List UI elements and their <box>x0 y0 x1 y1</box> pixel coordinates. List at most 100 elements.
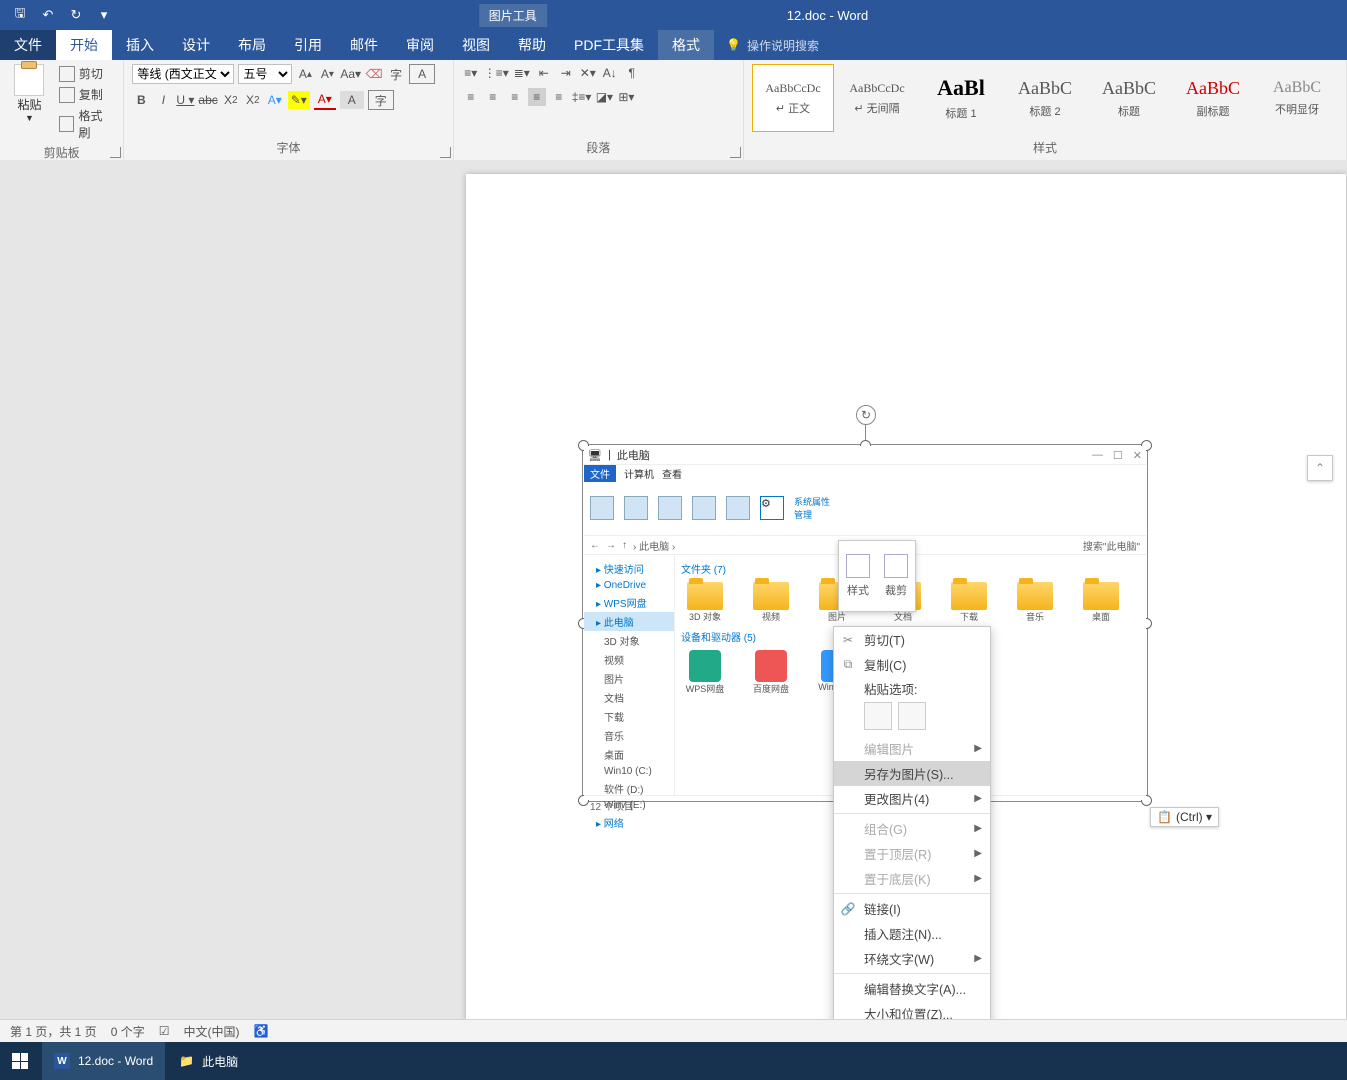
font-size-select[interactable]: 五号 <box>238 64 292 84</box>
paste-option[interactable] <box>864 702 892 730</box>
group-font-label: 字体 <box>132 137 444 158</box>
asian-layout-button[interactable]: ✕▾ <box>579 64 597 82</box>
qat-customize[interactable]: ▾ <box>92 3 116 27</box>
bold-button[interactable]: B <box>132 91 150 109</box>
justify-button[interactable]: ≡ <box>528 88 546 106</box>
shrink-font-button[interactable]: A▾ <box>318 65 336 83</box>
tab-mailings[interactable]: 邮件 <box>336 30 392 60</box>
tell-me-label: 操作说明搜索 <box>747 37 819 54</box>
align-center-button[interactable]: ≡ <box>484 88 502 106</box>
styles-gallery[interactable]: AaBbCcDc↵ 正文AaBbCcDc↵ 无间隔AaBl标题 1AaBbC标题… <box>752 64 1338 132</box>
context-menu-item[interactable]: ✂剪切(T) <box>834 627 990 652</box>
copy-button[interactable]: 复制 <box>57 85 115 104</box>
char-border-button[interactable]: A <box>409 64 435 84</box>
accessibility-icon[interactable]: ♿ <box>253 1024 268 1038</box>
style-item[interactable]: AaBl标题 1 <box>920 64 1002 132</box>
context-menu-item[interactable]: 环绕文字(W)▶ <box>834 946 990 971</box>
style-item[interactable]: AaBbC标题 2 <box>1004 64 1086 132</box>
crop-button[interactable]: 裁剪 <box>877 541 915 611</box>
taskbar-explorer[interactable]: 📁此电脑 <box>167 1042 250 1080</box>
tab-insert[interactable]: 插入 <box>112 30 168 60</box>
tab-references[interactable]: 引用 <box>280 30 336 60</box>
page-status[interactable]: 第 1 页，共 1 页 <box>10 1023 97 1040</box>
sort-button[interactable]: A↓ <box>601 64 619 82</box>
undo-button[interactable]: ↶ <box>36 3 60 27</box>
tab-design[interactable]: 设计 <box>168 30 224 60</box>
font-color-button[interactable]: A▾ <box>314 90 336 110</box>
tab-layout[interactable]: 布局 <box>224 30 280 60</box>
char-shading-button[interactable]: A <box>340 91 364 109</box>
style-item[interactable]: AaBbC副标题 <box>1172 64 1254 132</box>
context-menu-item[interactable]: 更改图片(4)▶ <box>834 786 990 811</box>
dialog-launcher-icon[interactable] <box>730 147 741 158</box>
numbering-button[interactable]: ⋮≡▾ <box>484 64 509 82</box>
text-effects-button[interactable]: A▾ <box>266 91 284 109</box>
font-name-select[interactable]: 等线 (西文正文 <box>132 64 234 84</box>
word-count[interactable]: 0 个字 <box>111 1023 145 1040</box>
layout-options-button[interactable]: ⌃ <box>1307 455 1333 481</box>
paste-button[interactable]: 粘贴 ▼ <box>8 64 51 123</box>
shading-button[interactable]: ◪▾ <box>595 88 613 106</box>
rotate-handle[interactable]: ↻ <box>856 405 876 425</box>
clear-format-button[interactable]: ⌫ <box>365 65 383 83</box>
align-right-button[interactable]: ≡ <box>506 88 524 106</box>
increase-indent-button[interactable]: ⇥ <box>557 64 575 82</box>
redo-button[interactable]: ↻ <box>64 3 88 27</box>
tab-review[interactable]: 审阅 <box>392 30 448 60</box>
multilevel-button[interactable]: ≣▾ <box>513 64 531 82</box>
superscript-button[interactable]: X2 <box>244 91 262 109</box>
dialog-launcher-icon[interactable] <box>440 147 451 158</box>
strike-button[interactable]: abc <box>198 91 217 109</box>
context-menu-item[interactable]: 另存为图片(S)... <box>834 761 990 786</box>
tab-home[interactable]: 开始 <box>56 30 112 60</box>
enclose-char-button[interactable]: 字 <box>368 90 394 110</box>
spellcheck-icon[interactable]: ☑ <box>159 1024 170 1038</box>
start-button[interactable] <box>0 1042 40 1080</box>
ctrl-label: (Ctrl) ▾ <box>1176 810 1212 824</box>
context-menu-item[interactable]: 🔗链接(I) <box>834 896 990 921</box>
tab-format[interactable]: 格式 <box>658 30 714 60</box>
language-status[interactable]: 中文(中国) <box>183 1023 239 1040</box>
style-item[interactable]: AaBbCcDc↵ 无间隔 <box>836 64 918 132</box>
grow-font-button[interactable]: A▴ <box>296 65 314 83</box>
show-marks-button[interactable]: ¶ <box>623 64 641 82</box>
style-item[interactable]: AaBbC不明显伢 <box>1256 64 1338 132</box>
style-item[interactable]: AaBbC标题 <box>1088 64 1170 132</box>
ribbon-icon <box>624 496 648 520</box>
style-item[interactable]: AaBbCcDc↵ 正文 <box>752 64 834 132</box>
tab-help[interactable]: 帮助 <box>504 30 560 60</box>
tab-view[interactable]: 视图 <box>448 30 504 60</box>
change-case-button[interactable]: Aa▾ <box>340 65 361 83</box>
ctrl-indicator[interactable]: 📋 (Ctrl) ▾ <box>1150 807 1219 827</box>
tell-me-search[interactable]: 💡 操作说明搜索 <box>726 30 819 60</box>
explorer-tabs: 文件 计算机 查看 <box>584 465 1146 481</box>
borders-button[interactable]: ⊞▾ <box>617 88 635 106</box>
picture-style-button[interactable]: 样式 <box>839 541 877 611</box>
align-left-button[interactable]: ≡ <box>462 88 480 106</box>
tab-pdf[interactable]: PDF工具集 <box>560 30 658 60</box>
distribute-button[interactable]: ≡ <box>550 88 568 106</box>
taskbar-word[interactable]: W12.doc - Word <box>42 1042 165 1080</box>
underline-button[interactable]: U ▾ <box>176 91 194 109</box>
sidebar-item: ▸ 此电脑 <box>584 612 674 631</box>
document-canvas[interactable]: ↻ 🖥 | 此电脑 —☐✕ 文件 计算机 查看 <box>0 160 1347 1050</box>
paste-option[interactable] <box>898 702 926 730</box>
highlight-button[interactable]: ✎▾ <box>288 91 310 109</box>
decrease-indent-button[interactable]: ⇤ <box>535 64 553 82</box>
folder-icon: 📁 <box>179 1054 194 1068</box>
sidebar-item: 视频 <box>584 650 674 669</box>
subscript-button[interactable]: X2 <box>222 91 240 109</box>
tab-file[interactable]: 文件 <box>0 30 56 60</box>
phonetic-guide-button[interactable]: 字 <box>387 65 405 83</box>
context-menu-item[interactable]: ⧉复制(C) <box>834 652 990 677</box>
context-menu-item[interactable]: 编辑替换文字(A)... <box>834 976 990 1001</box>
dialog-launcher-icon[interactable] <box>110 147 121 158</box>
format-painter-button[interactable]: 格式刷 <box>57 106 115 142</box>
context-menu-item[interactable]: 插入题注(N)... <box>834 921 990 946</box>
bullets-button[interactable]: ≡▾ <box>462 64 480 82</box>
italic-button[interactable]: I <box>154 91 172 109</box>
copy-label: 复制 <box>79 86 103 103</box>
save-button[interactable]: 🖫 <box>8 3 32 27</box>
line-spacing-button[interactable]: ‡≡▾ <box>572 88 592 106</box>
cut-button[interactable]: 剪切 <box>57 64 115 83</box>
